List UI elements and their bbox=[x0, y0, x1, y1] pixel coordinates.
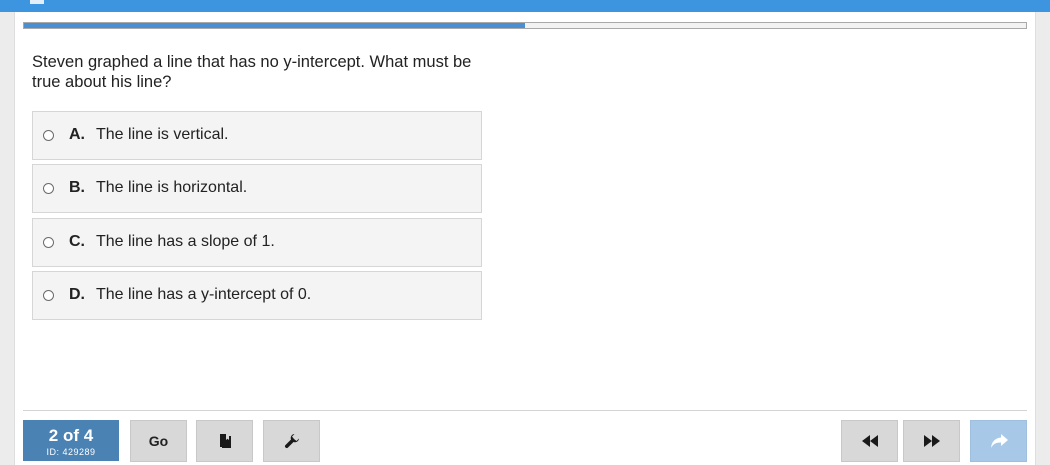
question-counter-text: 2 of 4 bbox=[48, 426, 94, 445]
choice-c-letter: C. bbox=[69, 233, 85, 250]
footer-divider bbox=[23, 410, 1027, 411]
progress-bar bbox=[23, 22, 1027, 29]
previous-button[interactable] bbox=[841, 420, 898, 462]
choice-d-text: The line has a y-intercept of 0. bbox=[96, 286, 312, 303]
book-button[interactable] bbox=[196, 420, 253, 462]
choice-d-radio[interactable] bbox=[43, 290, 54, 301]
choice-b-text: The line is horizontal. bbox=[96, 179, 248, 196]
choice-d-letter: D. bbox=[69, 286, 85, 303]
choice-a[interactable]: A. The line is vertical. bbox=[32, 111, 482, 160]
submit-button[interactable] bbox=[970, 420, 1027, 462]
rewind-icon bbox=[861, 435, 878, 447]
choice-c-radio[interactable] bbox=[43, 237, 54, 248]
forward-arrow-icon bbox=[990, 434, 1008, 448]
question-id: ID: 429289 bbox=[46, 447, 96, 457]
top-bar-marker bbox=[30, 0, 44, 4]
question-prompt: Steven graphed a line that has no y-inte… bbox=[32, 53, 472, 91]
go-button[interactable]: Go bbox=[130, 420, 187, 462]
question-panel: Steven graphed a line that has no y-inte… bbox=[14, 12, 1036, 465]
choice-c-text: The line has a slope of 1. bbox=[96, 233, 275, 250]
wrench-icon bbox=[284, 434, 299, 449]
choice-d[interactable]: D. The line has a y-intercept of 0. bbox=[32, 271, 482, 320]
choice-a-text: The line is vertical. bbox=[96, 126, 229, 143]
tools-button[interactable] bbox=[263, 420, 320, 462]
choice-b-radio[interactable] bbox=[43, 183, 54, 194]
next-button[interactable] bbox=[903, 420, 960, 462]
fast-forward-icon bbox=[923, 435, 940, 447]
choice-a-letter: A. bbox=[69, 126, 85, 143]
choice-a-radio[interactable] bbox=[43, 130, 54, 141]
top-bar bbox=[0, 0, 1050, 12]
choice-b[interactable]: B. The line is horizontal. bbox=[32, 164, 482, 213]
book-icon bbox=[219, 434, 231, 448]
choice-c[interactable]: C. The line has a slope of 1. bbox=[32, 218, 482, 267]
choice-b-letter: B. bbox=[69, 179, 85, 196]
question-counter: 2 of 4 ID: 429289 bbox=[23, 420, 119, 461]
progress-fill bbox=[24, 23, 525, 28]
